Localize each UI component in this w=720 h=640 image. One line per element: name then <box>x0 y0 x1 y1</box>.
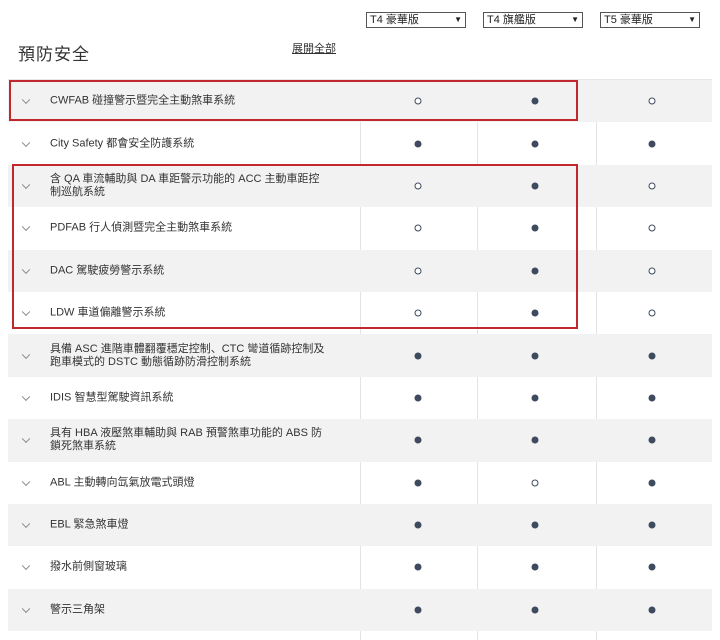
chevron-down-icon[interactable] <box>21 434 31 444</box>
chevron-down-icon[interactable] <box>21 138 31 147</box>
feature-label: 含 QA 車流輔助與 DA 車距警示功能的 ACC 主動車距控制巡航系統 <box>50 172 320 198</box>
standard-dot-icon <box>531 224 539 232</box>
feature-label: CWFAB 碰撞警示暨完全主動煞車系統 <box>50 94 236 107</box>
feature-row[interactable]: PDFAB 行人偵測暨完全主動煞車系統 <box>8 207 712 249</box>
standard-dot-icon <box>414 394 422 402</box>
optional-dot-icon <box>414 267 422 275</box>
optional-dot-icon <box>648 182 656 190</box>
feature-label: DAC 駕駛疲勞警示系統 <box>50 264 165 277</box>
chevron-down-icon[interactable] <box>21 180 31 190</box>
chevron-down-icon[interactable] <box>21 477 31 486</box>
optional-dot-icon <box>414 97 422 105</box>
feature-table: CWFAB 碰撞警示暨完全主動煞車系統 City Safety 都會安全防護系統含… <box>8 80 712 632</box>
feature-label: City Safety 都會安全防護系統 <box>50 137 195 150</box>
chevron-down-icon[interactable] <box>21 562 31 571</box>
standard-dot-icon <box>531 436 539 444</box>
feature-row[interactable]: 撥水前側窗玻璃 <box>8 546 712 588</box>
standard-dot-icon <box>648 606 656 614</box>
standard-dot-icon <box>531 394 539 402</box>
version-select-2-label: T4 旗艦版 <box>487 14 536 26</box>
standard-dot-icon <box>414 563 422 571</box>
standard-dot-icon <box>531 97 539 105</box>
version-select-3[interactable]: T5 豪華版 ▼ <box>600 12 700 28</box>
standard-dot-icon <box>531 182 539 190</box>
chevron-down-icon[interactable] <box>21 307 31 317</box>
dropdown-arrow-icon: ▼ <box>688 15 696 24</box>
optional-dot-icon <box>414 309 422 317</box>
chevron-down-icon[interactable] <box>21 95 31 105</box>
feature-row[interactable]: 具有 HBA 液壓煞車輔助與 RAB 預警煞車功能的 ABS 防鎖死煞車系統 <box>8 419 712 462</box>
feature-label: EBL 緊急煞車燈 <box>50 518 129 531</box>
version-select-1[interactable]: T4 豪華版 ▼ <box>366 12 466 28</box>
standard-dot-icon <box>531 563 539 571</box>
feature-label: 警示三角架 <box>50 603 105 616</box>
feature-row[interactable]: City Safety 都會安全防護系統 <box>8 122 712 164</box>
chevron-down-icon[interactable] <box>21 222 31 232</box>
chevron-down-icon[interactable] <box>21 604 31 613</box>
standard-dot-icon <box>648 352 656 360</box>
dropdown-arrow-icon: ▼ <box>454 15 462 24</box>
standard-dot-icon <box>648 436 656 444</box>
feature-row[interactable]: EBL 緊急煞車燈 <box>8 503 712 547</box>
standard-dot-icon <box>648 140 656 148</box>
optional-dot-icon <box>414 224 422 232</box>
standard-dot-icon <box>648 479 656 487</box>
feature-row[interactable]: DAC 駕駛疲勞警示系統 <box>8 249 712 292</box>
standard-dot-icon <box>648 521 656 529</box>
standard-dot-icon <box>648 394 656 402</box>
standard-dot-icon <box>531 140 539 148</box>
feature-row[interactable]: 警示三角架 <box>8 588 712 632</box>
feature-row[interactable]: ABL 主動轉向氙氣放電式頭燈 <box>8 462 712 504</box>
standard-dot-icon <box>531 606 539 614</box>
optional-dot-icon <box>414 182 422 190</box>
feature-label: LDW 車道偏離警示系統 <box>50 306 166 319</box>
version-select-1-label: T4 豪華版 <box>370 14 419 26</box>
optional-dot-icon <box>648 309 656 317</box>
optional-dot-icon <box>648 97 656 105</box>
feature-label: 具有 HBA 液壓煞車輔助與 RAB 預警煞車功能的 ABS 防鎖死煞車系統 <box>50 427 322 453</box>
standard-dot-icon <box>414 521 422 529</box>
feature-row[interactable]: CWFAB 碰撞警示暨完全主動煞車系統 <box>8 80 712 123</box>
feature-label: 具備 ASC 進階車體翻覆穩定控制、CTC 彎道循跡控制及跑車模式的 DSTC … <box>50 342 325 368</box>
optional-dot-icon <box>648 267 656 275</box>
chevron-down-icon[interactable] <box>21 350 31 359</box>
feature-label: 撥水前側窗玻璃 <box>50 560 127 573</box>
version-select-2[interactable]: T4 旗艦版 ▼ <box>483 12 583 28</box>
standard-dot-icon <box>531 352 539 360</box>
feature-label: IDIS 智慧型駕駛資訊系統 <box>50 391 174 404</box>
feature-label: ABL 主動轉向氙氣放電式頭燈 <box>50 476 195 489</box>
optional-dot-icon <box>531 479 539 487</box>
standard-dot-icon <box>414 140 422 148</box>
standard-dot-icon <box>414 352 422 360</box>
feature-row[interactable]: 具備 ASC 進階車體翻覆穩定控制、CTC 彎道循跡控制及跑車模式的 DSTC … <box>8 334 712 377</box>
expand-all-link[interactable]: 展開全部 <box>292 40 336 56</box>
feature-row[interactable]: 含 QA 車流輔助與 DA 車距警示功能的 ACC 主動車距控制巡航系統 <box>8 164 712 208</box>
feature-label: PDFAB 行人偵測暨完全主動煞車系統 <box>50 221 233 234</box>
standard-dot-icon <box>531 267 539 275</box>
standard-dot-icon <box>414 479 422 487</box>
chevron-down-icon[interactable] <box>21 392 31 401</box>
chevron-down-icon[interactable] <box>21 519 31 529</box>
dropdown-arrow-icon: ▼ <box>571 15 579 24</box>
feature-row[interactable]: IDIS 智慧型駕駛資訊系統 <box>8 377 712 419</box>
chevron-down-icon[interactable] <box>21 265 31 274</box>
section-title: 預防安全 <box>18 45 90 64</box>
standard-dot-icon <box>531 309 539 317</box>
standard-dot-icon <box>648 563 656 571</box>
standard-dot-icon <box>531 521 539 529</box>
feature-row[interactable]: LDW 車道偏離警示系統 <box>8 292 712 334</box>
optional-dot-icon <box>648 224 656 232</box>
version-select-3-label: T5 豪華版 <box>604 14 653 26</box>
standard-dot-icon <box>414 606 422 614</box>
standard-dot-icon <box>414 436 422 444</box>
